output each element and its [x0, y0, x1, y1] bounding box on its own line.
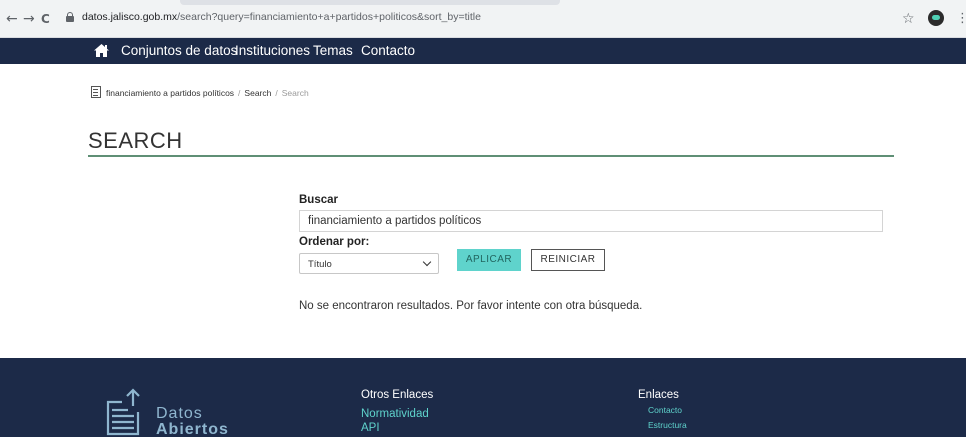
browser-tab[interactable]: [180, 0, 560, 5]
chevron-down-icon: [422, 257, 432, 267]
footer-link-estructura[interactable]: Estructura: [648, 420, 687, 430]
title-divider: [88, 155, 894, 157]
breadcrumb: financiamiento a partidos políticos / Sear…: [106, 88, 309, 98]
url-text[interactable]: datos.jalisco.gob.mx/search?query=financ…: [82, 11, 481, 23]
logo-text-datos: Datos: [156, 405, 203, 422]
search-input[interactable]: [299, 210, 883, 232]
browser-toolbar: ← → C datos.jalisco.gob.mx/search?query=…: [0, 0, 966, 38]
site-navbar: Conjuntos de datos Instituciones Temas C…: [0, 38, 966, 64]
footer-link-contacto[interactable]: Contacto: [648, 405, 682, 415]
search-label: Buscar: [299, 194, 338, 206]
lock-icon: [66, 12, 74, 22]
dataset-icon: [91, 86, 101, 98]
breadcrumb-item-search[interactable]: Search: [244, 88, 271, 98]
reset-button[interactable]: REINICIAR: [531, 249, 605, 271]
reload-icon[interactable]: C: [41, 12, 50, 26]
menu-icon[interactable]: ⋮: [956, 11, 966, 26]
bookmark-star-icon[interactable]: ☆: [902, 11, 915, 27]
address-bar[interactable]: datos.jalisco.gob.mx/search?query=financ…: [58, 9, 948, 29]
footer-heading-enlaces: Enlaces: [638, 389, 679, 401]
url-host: datos.jalisco.gob.mx: [82, 11, 178, 23]
no-results-message: No se encontraron resultados. Por favor …: [299, 300, 643, 312]
breadcrumb-item-current: Search: [281, 88, 309, 98]
url-path: /search?query=financiamiento+a+partidos+…: [177, 11, 481, 23]
sort-label: Ordenar por:: [299, 236, 370, 248]
forward-arrow-icon[interactable]: →: [23, 12, 35, 26]
footer-link-api[interactable]: API: [361, 422, 380, 434]
back-arrow-icon[interactable]: ←: [6, 12, 18, 26]
breadcrumb-separator: /: [238, 88, 241, 98]
breadcrumb-item-dataset[interactable]: financiamiento a partidos políticos: [106, 88, 234, 98]
nav-conjuntos-de-datos[interactable]: Conjuntos de datos: [121, 43, 237, 59]
nav-instituciones[interactable]: Instituciones: [235, 43, 310, 59]
footer-link-normatividad[interactable]: Normatividad: [361, 408, 429, 420]
datos-abiertos-logo-icon[interactable]: [106, 388, 140, 436]
logo-text-abiertos: Abiertos: [156, 421, 229, 438]
sort-selected-value: Título: [308, 259, 332, 270]
nav-temas[interactable]: Temas: [313, 43, 353, 59]
nav-contacto[interactable]: Contacto: [361, 43, 415, 59]
home-icon[interactable]: [93, 43, 110, 58]
breadcrumb-separator: /: [275, 88, 278, 98]
footer: Datos Abiertos Otros Enlaces Normativida…: [0, 358, 966, 438]
apply-button[interactable]: APLICAR: [457, 249, 521, 271]
sort-select[interactable]: Título: [299, 253, 439, 274]
profile-icon[interactable]: [928, 10, 944, 26]
footer-heading-otros-enlaces: Otros Enlaces: [361, 389, 434, 401]
page-title: SEARCH: [88, 128, 183, 153]
